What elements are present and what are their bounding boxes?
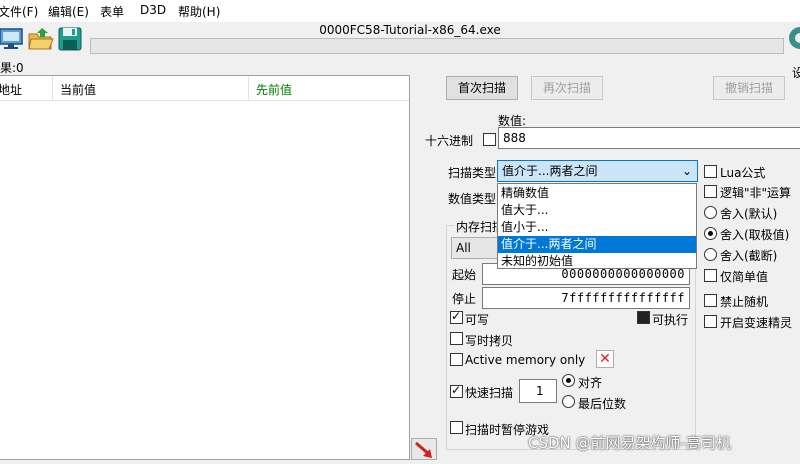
fast-scan-alignment-input[interactable]: 1 — [519, 379, 557, 403]
settings-label: 设 — [792, 66, 800, 80]
round-extreme-radio[interactable] — [704, 227, 717, 240]
window-title: 0000FC58-Tutorial-x86_64.exe — [319, 23, 501, 37]
writable-label: 可写 — [465, 313, 490, 327]
scan-type-option[interactable]: 未知的初始值 — [498, 253, 696, 270]
hex-checkbox[interactable] — [483, 133, 496, 146]
executable-label: 可执行 — [652, 313, 689, 327]
round-default-label: 舍入(默认) — [720, 207, 778, 221]
writable-checkbox[interactable] — [450, 309, 463, 324]
column-current-value[interactable]: 当前值 — [60, 81, 96, 98]
first-scan-button[interactable]: 首次扫描 — [446, 76, 518, 100]
results-list[interactable]: 地址 当前值 先前值 — [0, 75, 410, 460]
results-list-header: 地址 当前值 先前值 — [0, 76, 409, 101]
close-icon[interactable]: ✕ — [596, 350, 614, 368]
scan-type-option[interactable]: 值小于... — [498, 219, 696, 236]
scan-type-selected: 值介于...两者之间 — [502, 164, 598, 178]
column-divider — [248, 76, 249, 101]
executable-checkbox[interactable] — [637, 311, 650, 324]
disable-random-label: 禁止随机 — [720, 295, 769, 309]
round-default-radio[interactable] — [704, 206, 717, 219]
select-process-icon[interactable] — [0, 25, 25, 53]
simple-values-checkbox[interactable] — [704, 269, 717, 282]
align-label: 对齐 — [578, 376, 603, 390]
not-logic-label: 逻辑"非"运算 — [720, 186, 792, 200]
not-logic-checkbox[interactable] — [704, 185, 717, 198]
scan-type-option-selected[interactable]: 值介于...两者之间 — [498, 236, 696, 253]
copy-on-write-checkbox[interactable] — [450, 332, 463, 345]
menu-file[interactable]: 文件(F) — [0, 3, 38, 20]
scan-type-select[interactable]: 值介于...两者之间 ⌄ — [497, 160, 698, 182]
menu-help[interactable]: 帮助(H) — [178, 3, 220, 20]
round-extreme-label: 舍入(取极值) — [720, 228, 790, 242]
lua-formula-checkbox[interactable] — [704, 165, 717, 178]
menu-d3d[interactable]: D3D — [140, 3, 166, 17]
menu-table[interactable]: 表单 — [100, 3, 124, 20]
pause-game-checkbox[interactable] — [450, 421, 463, 434]
start-label: 起始 — [452, 268, 477, 282]
watermark: CSDN @前网易架构师-高司机 — [528, 434, 731, 452]
simple-values-label: 仅简单值 — [720, 270, 769, 284]
next-scan-button[interactable]: 再次扫描 — [531, 76, 603, 100]
column-divider — [52, 76, 53, 101]
stop-label: 停止 — [452, 292, 477, 306]
menu-bar: 文件(F) 编辑(E) 表单 D3D 帮助(H) — [0, 0, 800, 22]
undo-scan-button[interactable]: 撤销扫描 — [713, 76, 785, 100]
value-input[interactable]: 888 — [498, 127, 800, 149]
fast-scan-checkbox[interactable] — [450, 383, 463, 398]
copy-on-write-label: 写时拷贝 — [465, 334, 514, 348]
menu-edit[interactable]: 编辑(E) — [48, 3, 89, 20]
arrow-down-right-icon[interactable] — [411, 438, 437, 460]
scan-progress-bar — [90, 38, 784, 54]
hex-label: 十六进制 — [425, 134, 474, 148]
active-memory-checkbox[interactable] — [450, 353, 463, 366]
column-previous-value[interactable]: 先前值 — [256, 81, 292, 98]
scan-type-option[interactable]: 精确数值 — [498, 185, 696, 202]
chevron-down-icon: ⌄ — [681, 164, 692, 178]
fast-scan-label: 快速扫描 — [465, 386, 514, 400]
lua-formula-label: Lua公式 — [720, 166, 766, 180]
scan-type-option[interactable]: 值大于... — [498, 202, 696, 219]
speedhack-checkbox[interactable] — [704, 315, 717, 328]
settings-gear-icon[interactable] — [786, 22, 800, 62]
stop-address-input[interactable]: 7fffffffffffffff — [482, 287, 690, 309]
found-count: 果:0 — [0, 61, 24, 75]
value-type-label: 数值类型 — [448, 192, 497, 206]
round-truncate-label: 舍入(截断) — [720, 249, 778, 263]
disable-random-checkbox[interactable] — [704, 294, 717, 307]
open-folder-icon[interactable] — [27, 25, 55, 53]
last-digits-radio[interactable] — [562, 395, 575, 408]
round-truncate-radio[interactable] — [704, 248, 717, 261]
last-digits-label: 最后位数 — [578, 397, 627, 411]
scan-type-dropdown: 精确数值 值大于... 值小于... 值介于...两者之间 未知的初始值 — [497, 183, 697, 269]
column-address[interactable]: 地址 — [0, 81, 22, 98]
align-radio[interactable] — [562, 374, 575, 387]
speedhack-label: 开启变速精灵 — [720, 316, 793, 330]
scan-type-label: 扫描类型 — [448, 166, 497, 180]
active-memory-label: Active memory only — [465, 353, 586, 367]
save-icon[interactable] — [56, 25, 84, 53]
